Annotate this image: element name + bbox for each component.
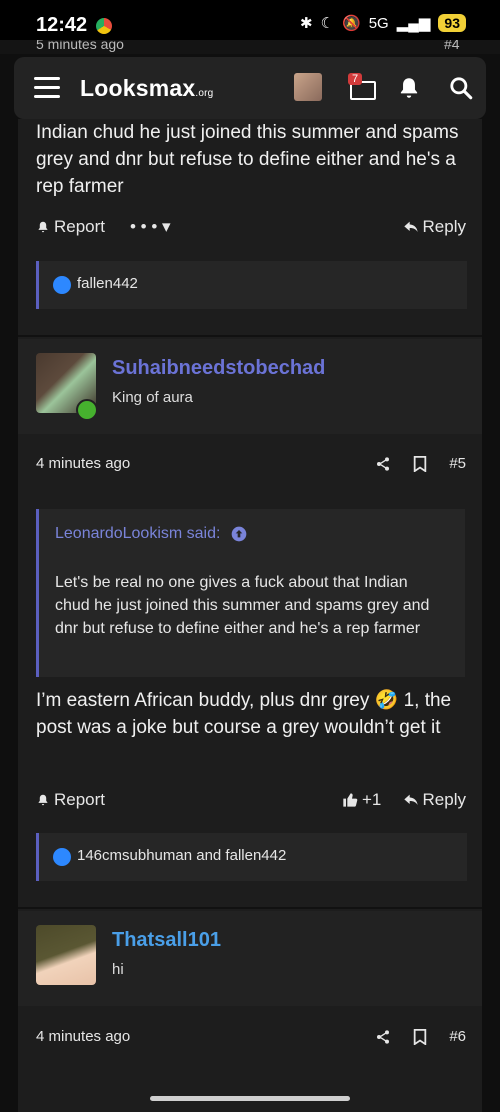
user-header: Thatsall101 hi bbox=[18, 911, 482, 1006]
like-count: +1 bbox=[362, 790, 382, 809]
logo-suffix: .org bbox=[195, 88, 214, 99]
status-icons: ✱ ☾ 🔕 5G ▂▄▆ 93 bbox=[300, 14, 466, 32]
user-header: Suhaibneedstobechad King of aura bbox=[18, 339, 482, 434]
online-indicator bbox=[76, 399, 98, 421]
menu-icon[interactable] bbox=[34, 77, 60, 99]
post-divider bbox=[18, 335, 482, 337]
search-icon[interactable] bbox=[448, 75, 474, 101]
user-avatar[interactable] bbox=[36, 925, 96, 985]
like-button[interactable]: +1 bbox=[342, 790, 381, 810]
post-body: Indian chud he just joined this summer a… bbox=[36, 122, 459, 197]
user-title: King of aura bbox=[112, 389, 193, 406]
moon-icon: ☾ bbox=[320, 15, 335, 32]
bluetooth-icon: ✱ bbox=[299, 15, 313, 32]
quote-text: Let's be real no one gives a fuck about … bbox=[55, 574, 430, 637]
account-avatar[interactable] bbox=[294, 73, 322, 101]
bookmark-icon[interactable] bbox=[413, 1028, 427, 1045]
like-icon bbox=[53, 848, 71, 866]
logo-text: Looksmax bbox=[80, 75, 196, 101]
more-options-button[interactable]: • • • ▾ bbox=[130, 217, 171, 237]
report-button[interactable]: Report bbox=[36, 790, 105, 810]
reply-icon bbox=[403, 220, 419, 234]
more-label: • • • ▾ bbox=[130, 217, 171, 236]
username[interactable]: Suhaibneedstobechad bbox=[112, 357, 325, 380]
bookmark-icon[interactable] bbox=[413, 455, 427, 472]
reply-button[interactable]: Reply bbox=[403, 217, 466, 237]
quote-author[interactable]: LeonardoLookism said: bbox=[55, 525, 247, 543]
like-icon bbox=[53, 276, 71, 294]
post-actions: Report • • • ▾ Reply bbox=[36, 217, 466, 241]
reaction-users[interactable]: 146cmsubhuman and fallen442 bbox=[77, 847, 286, 864]
reply-icon bbox=[403, 793, 419, 807]
thread-content: Indian chud he just joined this summer a… bbox=[18, 119, 482, 1112]
bell-icon[interactable] bbox=[396, 75, 422, 101]
reply-label: Reply bbox=[422, 217, 466, 236]
battery-indicator: 93 bbox=[438, 14, 466, 32]
post-body: I’m eastern African buddy, plus dnr grey… bbox=[36, 690, 452, 738]
site-logo[interactable]: Looksmax.org bbox=[80, 75, 213, 102]
reactions-bar[interactable]: fallen442 bbox=[36, 261, 467, 309]
mute-icon: 🔕 bbox=[342, 15, 361, 32]
post-actions: Report +1 Reply bbox=[36, 790, 466, 814]
post-meta: 4 minutes ago #6 bbox=[36, 1028, 466, 1052]
signal-icon: ▂▄▆ bbox=[396, 15, 431, 32]
inbox-badge: 7 bbox=[348, 73, 363, 85]
top-navbar: Looksmax.org 7 bbox=[14, 57, 486, 119]
thumbs-up-icon bbox=[342, 792, 358, 808]
arrow-up-circle-icon[interactable] bbox=[231, 526, 247, 542]
bell-icon bbox=[36, 220, 50, 234]
quote-block: LeonardoLookism said: Let's be real no o… bbox=[36, 509, 465, 677]
status-time: 12:42 bbox=[36, 14, 88, 36]
report-button[interactable]: Report bbox=[36, 217, 105, 237]
inbox-button[interactable]: 7 bbox=[344, 73, 384, 105]
username[interactable]: Thatsall101 bbox=[112, 929, 221, 952]
chrome-icon bbox=[96, 18, 112, 34]
previous-post-meta: 5 minutes ago #4 bbox=[0, 40, 500, 54]
home-indicator[interactable] bbox=[150, 1096, 350, 1101]
bell-icon bbox=[36, 793, 50, 807]
post-number[interactable]: #5 bbox=[449, 455, 466, 472]
share-icon[interactable] bbox=[375, 456, 391, 472]
share-icon[interactable] bbox=[375, 1029, 391, 1045]
quote-author-label: LeonardoLookism said: bbox=[55, 525, 221, 542]
post-time[interactable]: 4 minutes ago bbox=[36, 455, 130, 472]
post-number: #4 bbox=[444, 40, 460, 52]
reply-button[interactable]: Reply bbox=[403, 790, 466, 810]
post-meta: 4 minutes ago #5 bbox=[36, 455, 466, 479]
network-label: 5G bbox=[368, 14, 389, 32]
user-title: hi bbox=[112, 961, 124, 978]
post-time: 5 minutes ago bbox=[36, 40, 124, 52]
post-divider bbox=[18, 907, 482, 909]
reply-label: Reply bbox=[422, 790, 466, 809]
post-time[interactable]: 4 minutes ago bbox=[36, 1028, 130, 1045]
reactions-bar[interactable]: 146cmsubhuman and fallen442 bbox=[36, 833, 467, 881]
post-number[interactable]: #6 bbox=[449, 1028, 466, 1045]
reaction-users[interactable]: fallen442 bbox=[77, 275, 138, 292]
report-label: Report bbox=[54, 217, 106, 236]
report-label: Report bbox=[54, 790, 106, 809]
